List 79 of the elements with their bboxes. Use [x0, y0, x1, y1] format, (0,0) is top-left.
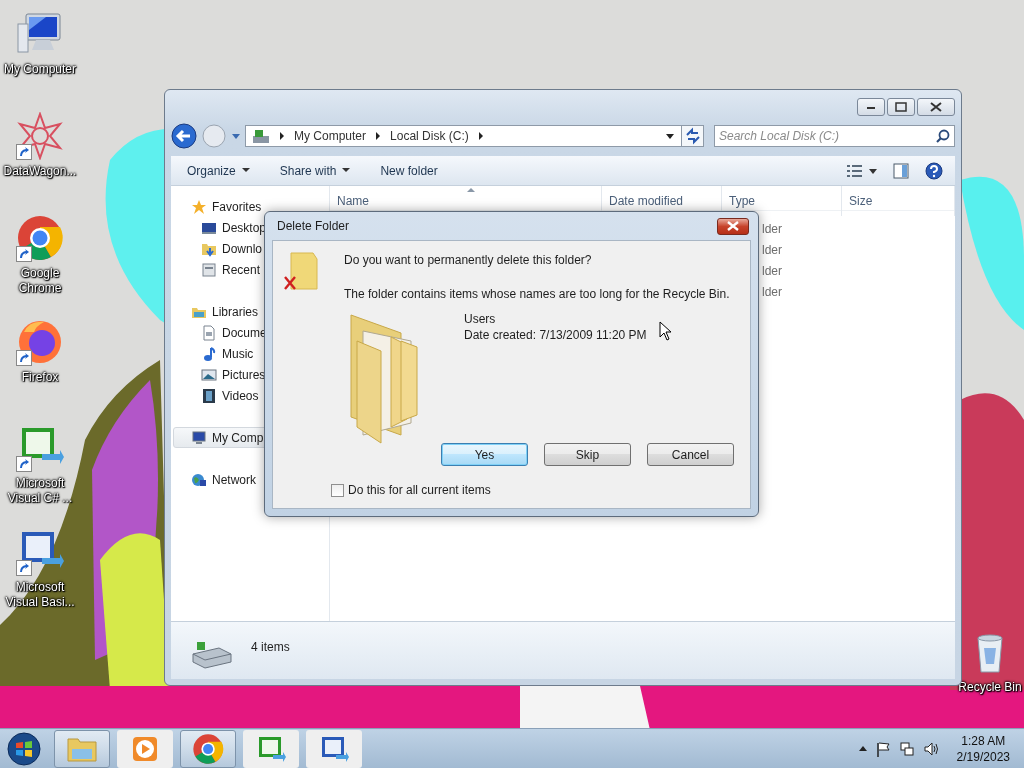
nav-item[interactable]: Music: [171, 343, 329, 364]
icon-label: My Computer: [2, 62, 78, 77]
chevron-icon: [476, 131, 485, 141]
star-icon: [191, 198, 207, 215]
help-icon[interactable]: [925, 161, 943, 180]
close-button[interactable]: [917, 98, 955, 116]
music-note-icon: [201, 345, 217, 362]
volume-icon[interactable]: [922, 740, 939, 757]
nav-item[interactable]: Videos: [171, 385, 329, 406]
nav-item[interactable]: Pictures: [171, 364, 329, 385]
dialog-button[interactable]: Cancel: [647, 443, 734, 466]
taskbar-button[interactable]: [180, 729, 236, 768]
nav-item[interactable]: Libraries: [171, 301, 329, 322]
document-icon: [201, 324, 217, 341]
icon-label: Firefox: [20, 370, 60, 385]
maximize-button[interactable]: [887, 98, 915, 116]
message-text: The folder contains items whose names are too long for the Recycle Bin.: [344, 286, 730, 303]
minimize-button[interactable]: [857, 98, 885, 116]
item-name: Users: [464, 311, 497, 327]
film-icon: [201, 387, 217, 404]
icon-label: Google Chrome: [17, 266, 64, 296]
nav-item[interactable]: Recent: [171, 259, 329, 280]
breadcrumb[interactable]: Local Disk (C:): [390, 127, 469, 145]
show-hidden-icons-button[interactable]: [858, 745, 867, 752]
close-icon: [726, 221, 740, 231]
shortcut-icon[interactable]: [16, 112, 64, 160]
preview-pane-icon[interactable]: [893, 162, 909, 179]
refresh-button[interactable]: [681, 125, 704, 147]
toolbar-button[interactable]: New folder: [376, 159, 442, 182]
item-count: 4 items: [251, 639, 290, 656]
shortcut-icon[interactable]: [16, 214, 64, 262]
taskbar-button[interactable]: [243, 729, 299, 768]
nav-item[interactable]: Network: [171, 469, 329, 490]
close-button[interactable]: [717, 217, 749, 235]
chevron-icon: [278, 131, 286, 141]
dropdown-arrow-icon[interactable]: [665, 131, 675, 141]
view-options-icon[interactable]: [847, 163, 877, 178]
checkbox-label: Do this for all current items: [348, 482, 491, 499]
icon-label: DataWagon...: [2, 164, 78, 179]
table-cell-text: lder: [761, 221, 783, 238]
maximize-icon: [892, 101, 910, 113]
search-box[interactable]: Search Local Disk (C:): [714, 125, 955, 147]
toolbar-button[interactable]: Share with: [275, 159, 355, 182]
monitor-icon: [191, 429, 207, 446]
image-icon: [201, 366, 217, 383]
drive-icon: [252, 128, 270, 144]
column-header[interactable]: Size: [842, 186, 955, 216]
clock[interactable]: 1:28 AM 2/19/2023: [956, 732, 1010, 765]
nav-item[interactable]: Favorites: [171, 196, 329, 217]
network-icon[interactable]: [898, 740, 915, 757]
shortcut-icon[interactable]: [16, 318, 64, 366]
taskbar-button[interactable]: [306, 729, 362, 768]
table-cell-text: lder: [761, 284, 783, 301]
toolbar-button[interactable]: Organize: [183, 159, 254, 182]
caret-icon: [241, 168, 250, 173]
taskbar-button[interactable]: [54, 729, 110, 768]
search-icon: [936, 129, 950, 143]
question-text: Do you want to permanently delete this folder?: [344, 252, 593, 269]
item-date: Date created: 7/13/2009 11:20 PM: [464, 327, 647, 343]
mouse-cursor-icon: [658, 321, 672, 341]
dialog-title: Delete Folder: [277, 218, 350, 235]
sort-arrow-icon: [467, 188, 475, 192]
nav-item[interactable]: Downlo: [171, 238, 329, 259]
table-cell-text: lder: [761, 242, 783, 259]
chrome-icon: [192, 732, 224, 765]
breadcrumb[interactable]: My Computer: [294, 127, 367, 145]
back-button[interactable]: [171, 123, 197, 149]
globe-icon: [191, 471, 207, 488]
dialog-button[interactable]: Yes: [441, 443, 528, 466]
start-button[interactable]: [6, 730, 42, 767]
table-cell-text: lder: [761, 263, 783, 280]
chevron-icon: [374, 131, 383, 141]
dialog-button[interactable]: Skip: [544, 443, 631, 466]
folder-delete-icon: [283, 251, 319, 291]
icon-label: Recycle Bin: [958, 680, 1022, 695]
flag-icon[interactable]: [874, 740, 891, 757]
address-bar[interactable]: My Computer Local Disk (C:): [245, 125, 682, 147]
caret-icon: [342, 168, 351, 173]
checkbox[interactable]: [331, 483, 344, 497]
